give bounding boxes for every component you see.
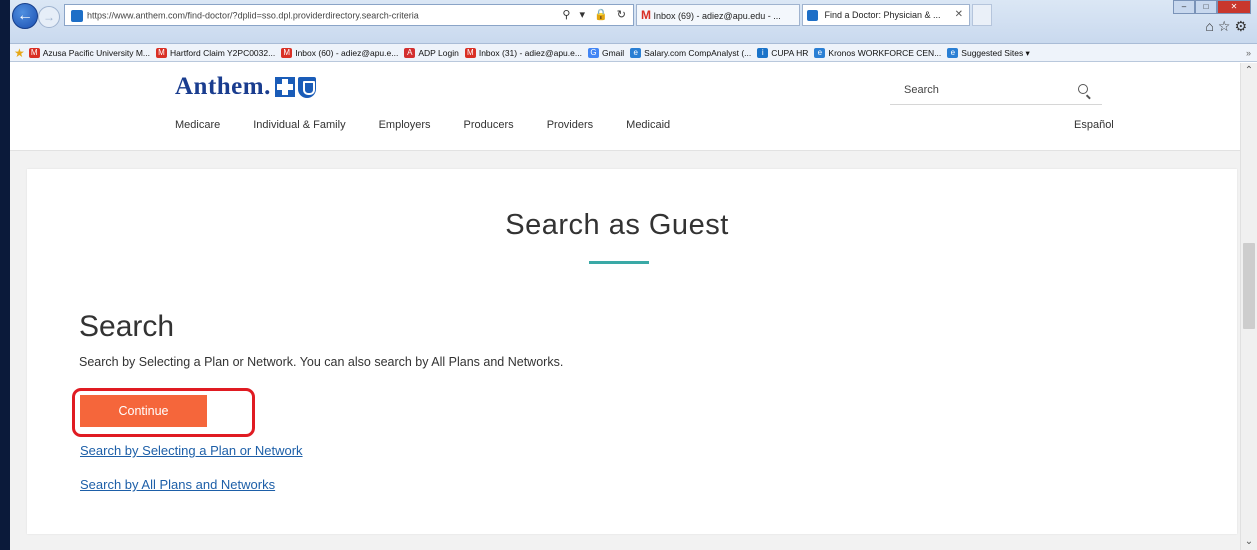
tab-label: Inbox (69) - adiez@apu.edu - ... [653, 11, 781, 21]
favorites-star-icon[interactable]: ★ [14, 44, 25, 61]
favorite-item[interactable]: M Azusa Pacific University M... [28, 44, 150, 61]
page-title: Search as Guest [505, 209, 729, 241]
browser-window: ← → https://www.anthem.com/find-doctor/?… [10, 0, 1257, 550]
ie-icon: e [630, 47, 642, 58]
gmail-icon: M [641, 8, 651, 22]
gmail-icon: M [464, 47, 476, 58]
section-description: Search by Selecting a Plan or Network. Y… [79, 355, 564, 369]
home-icon[interactable]: ⌂ [1205, 18, 1217, 34]
google-icon: G [587, 47, 599, 58]
forward-arrow-icon[interactable]: → [38, 6, 60, 28]
tab-gmail-inbox[interactable]: M Inbox (69) - adiez@apu.edu - ... [636, 4, 800, 26]
search-input[interactable] [890, 77, 1070, 103]
search-by-plan-link[interactable]: Search by Selecting a Plan or Network [80, 443, 303, 458]
favorite-item[interactable]: M Inbox (60) - adiez@apu.e... [281, 44, 398, 61]
continue-button[interactable]: Continue [80, 395, 207, 427]
browser-toolbar: ← → https://www.anthem.com/find-doctor/?… [10, 0, 1257, 44]
favorite-item[interactable]: G Gmail [587, 44, 624, 61]
scroll-thumb[interactable] [1243, 243, 1255, 329]
chevron-down-icon[interactable]: ⌄ [1241, 534, 1257, 550]
search-card: Search as Guest Search Search by Selecti… [27, 169, 1237, 534]
gmail-icon: M [28, 47, 40, 58]
site-header: Anthem. Medicare Individual & Family Emp… [10, 63, 1240, 151]
site-search [890, 77, 1102, 105]
window-controls: – □ ✕ [1173, 0, 1251, 14]
favorite-item[interactable]: M Inbox (31) - adiez@apu.e... [464, 44, 582, 61]
close-window-icon[interactable]: ✕ [1217, 0, 1251, 14]
maximize-icon[interactable]: □ [1195, 0, 1217, 14]
tab-find-a-doctor[interactable]: Find a Doctor: Physician & ... ✕ [802, 4, 970, 26]
gmail-icon: M [156, 47, 167, 58]
page-viewport: Anthem. Medicare Individual & Family Emp… [10, 63, 1240, 550]
favorite-item[interactable]: e Suggested Sites ▾ [947, 44, 1030, 61]
gear-icon[interactable]: ⚙ [1234, 18, 1251, 34]
anthem-site-icon [807, 10, 818, 22]
chevron-right-icon[interactable]: » [1246, 44, 1251, 61]
nav-medicare[interactable]: Medicare [175, 119, 220, 131]
gmail-icon: M [281, 47, 293, 58]
blue-cross-icon [274, 77, 295, 97]
logo-text: Anthem. [175, 73, 271, 100]
language-link[interactable]: Español [1074, 119, 1114, 131]
anthem-logo[interactable]: Anthem. [175, 73, 316, 101]
section-title: Search [79, 310, 175, 343]
tab-label: Find a Doctor: Physician & ... [824, 10, 941, 20]
nav-individual-family[interactable]: Individual & Family [253, 119, 345, 131]
adp-icon: A [404, 47, 416, 58]
nav-employers[interactable]: Employers [379, 119, 431, 131]
ie-icon: e [947, 47, 959, 58]
search-icon[interactable] [1078, 84, 1088, 94]
favorites-bar: ★ M Azusa Pacific University M... M Hartfo… [10, 44, 1257, 62]
favorites-star-icon[interactable]: ☆ [1218, 18, 1235, 34]
favorite-item[interactable]: A ADP Login [404, 44, 459, 61]
nav-producers[interactable]: Producers [464, 119, 514, 131]
nav-providers[interactable]: Providers [547, 119, 593, 131]
favorite-item[interactable]: i CUPA HR [757, 44, 808, 61]
vertical-scrollbar[interactable]: ⌃ ⌄ [1240, 63, 1257, 550]
back-arrow-icon[interactable]: ← [12, 3, 38, 29]
favorite-item[interactable]: M Hartford Claim Y2PC0032... [156, 44, 275, 61]
anthem-site-icon [71, 9, 83, 22]
close-tab-icon[interactable]: ✕ [955, 5, 963, 25]
favorite-item[interactable]: e Kronos WORKFORCE CEN... [814, 44, 941, 61]
title-divider [589, 261, 649, 264]
ie-icon: e [814, 47, 826, 58]
favorite-item[interactable]: e Salary.com CompAnalyst (... [630, 44, 751, 61]
chevron-up-icon[interactable]: ⌃ [1241, 63, 1257, 79]
blue-shield-icon [297, 76, 316, 98]
nav-medicaid[interactable]: Medicaid [626, 119, 670, 131]
address-bar[interactable]: https://www.anthem.com/find-doctor/?dpli… [64, 4, 634, 26]
browser-icons: ⌂☆⚙ [1205, 18, 1251, 35]
search-all-plans-link[interactable]: Search by All Plans and Networks [80, 477, 275, 492]
cupa-icon: i [757, 47, 769, 58]
address-url: https://www.anthem.com/find-doctor/?dpli… [87, 10, 419, 21]
new-tab-button[interactable] [972, 4, 992, 26]
main-nav: Medicare Individual & Family Employers P… [175, 119, 670, 131]
address-tools-icon[interactable]: ⚲ ▾ 🔒 ↻ [562, 5, 629, 25]
minimize-icon[interactable]: – [1173, 0, 1195, 14]
